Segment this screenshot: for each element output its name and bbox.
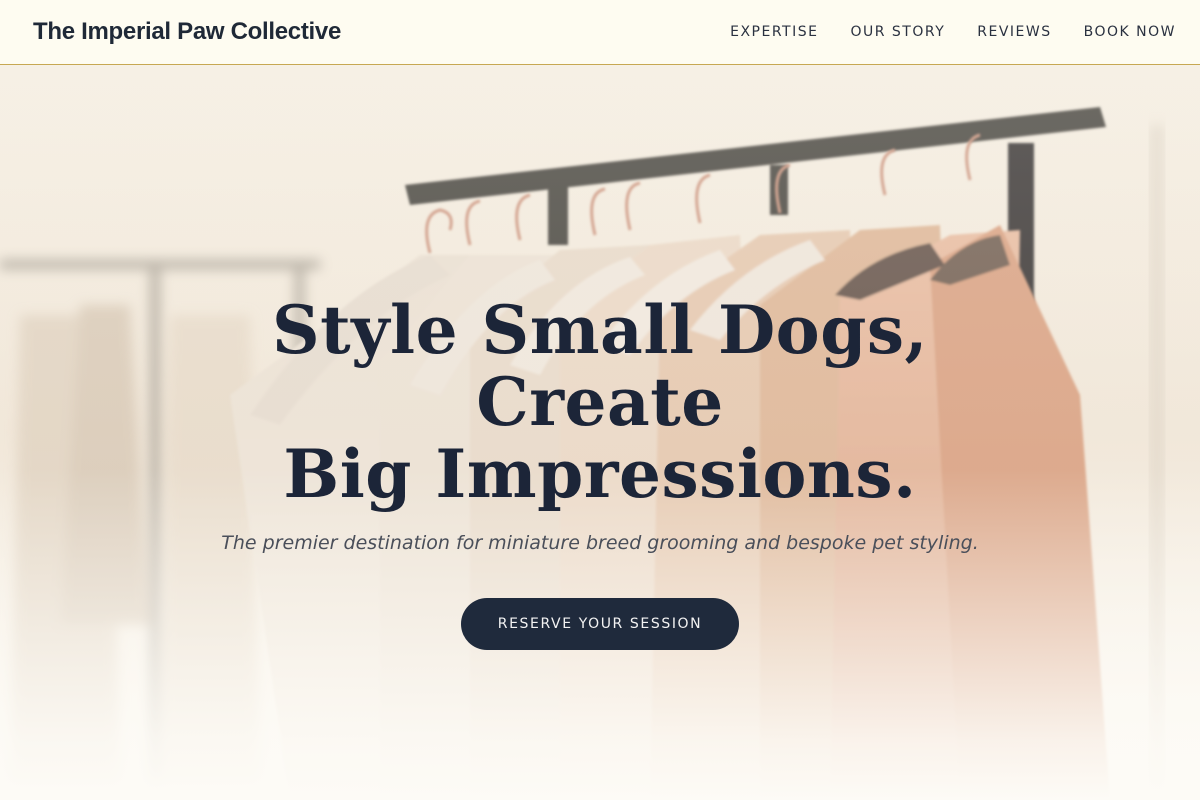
hero-content: Style Small Dogs, Create Big Impressions…: [0, 65, 1200, 800]
nav-book-now[interactable]: BOOK NOW: [1084, 24, 1176, 40]
site-header: The Imperial Paw Collective EXPERTISE OU…: [0, 0, 1200, 65]
nav-our-story[interactable]: OUR STORY: [850, 24, 945, 40]
hero-title-line-2: Big Impressions.: [283, 435, 917, 513]
main-nav: EXPERTISE OUR STORY REVIEWS BOOK NOW: [730, 24, 1176, 40]
hero-title-line-1: Style Small Dogs, Create: [272, 291, 928, 441]
brand-logo[interactable]: The Imperial Paw Collective: [33, 18, 341, 46]
hero-title: Style Small Dogs, Create Big Impressions…: [150, 294, 1050, 510]
hero-section: Style Small Dogs, Create Big Impressions…: [0, 65, 1200, 800]
hero-subtitle: The premier destination for miniature br…: [221, 532, 979, 554]
nav-reviews[interactable]: REVIEWS: [977, 24, 1051, 40]
reserve-session-button[interactable]: RESERVE YOUR SESSION: [461, 598, 739, 650]
nav-expertise[interactable]: EXPERTISE: [730, 24, 818, 40]
